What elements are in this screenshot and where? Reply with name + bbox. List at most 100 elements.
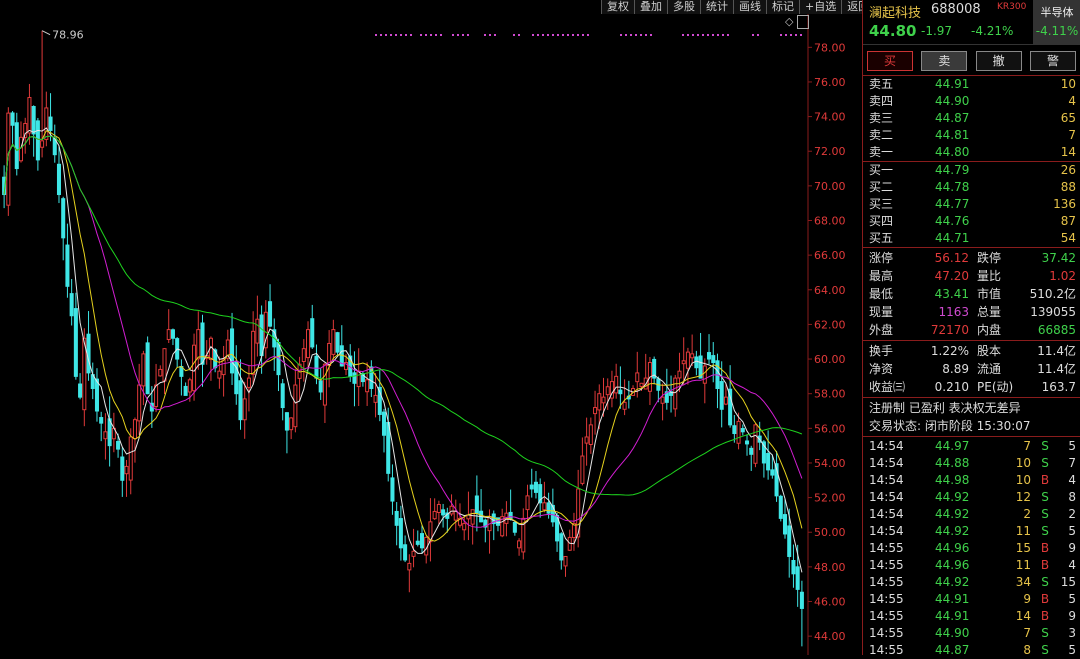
toolbar-item[interactable]: 画线 <box>733 0 766 14</box>
stat-v: 43.41 <box>934 287 969 301</box>
event-marker <box>547 34 549 36</box>
stat-v2: 139055 <box>1030 305 1076 319</box>
alert-button[interactable]: 警 <box>1029 51 1076 71</box>
event-marker <box>410 34 412 36</box>
event-marker <box>542 34 544 36</box>
bids-row[interactable]: 买一 44.79 26 <box>863 162 1080 179</box>
sell-button[interactable]: 卖 <box>921 51 968 71</box>
candle-body <box>563 555 568 567</box>
sector-name: 半导体 <box>1040 6 1074 19</box>
toolbar-item[interactable]: 复权 <box>601 0 634 14</box>
trade-d: S <box>1041 524 1049 538</box>
trade-t: 14:54 <box>869 473 904 487</box>
bids-label: 买一 <box>869 163 894 177</box>
trade-n: 5 <box>1068 643 1076 657</box>
candle-body <box>660 396 665 404</box>
asks-row[interactable]: 卖五 44.91 10 <box>863 76 1080 93</box>
trading-info: 注册制 已盈利 表决权无差异 交易状态: 闭市阶段 15:30:07 <box>863 398 1080 437</box>
candle-body <box>407 562 412 571</box>
stat-row: 最高 47.20 量比 1.02 <box>863 267 1080 285</box>
event-marker <box>577 34 579 36</box>
bids-row[interactable]: 买二 44.78 88 <box>863 179 1080 196</box>
trade-v: 34 <box>1015 575 1031 589</box>
y-tick-label: 44.00 <box>814 630 846 643</box>
stat-row: 外盘 72170 内盘 66885 <box>863 321 1080 339</box>
high-pointer <box>41 30 51 36</box>
candle-body <box>736 420 741 444</box>
trade-d: S <box>1041 575 1049 589</box>
trade-p: 44.92 <box>935 507 970 521</box>
trade-n: 15 <box>1060 575 1076 589</box>
toolbar-item[interactable]: +自选 <box>799 0 842 14</box>
asks-row[interactable]: 卖一 44.80 14 <box>863 144 1080 161</box>
trade-t: 14:55 <box>869 609 904 623</box>
event-marker <box>727 34 729 36</box>
candle-body <box>48 116 53 131</box>
candle-body <box>23 123 28 138</box>
bids-row[interactable]: 买五 44.71 54 <box>863 230 1080 247</box>
trade-n: 5 <box>1068 592 1076 606</box>
candle-body <box>673 377 678 410</box>
event-marker <box>692 34 694 36</box>
stat-row: 现量 1163 总量 139055 <box>863 303 1080 321</box>
toolbar-item[interactable]: 标记 <box>766 0 799 14</box>
candle-body <box>289 417 294 431</box>
stock-name: 澜起科技 <box>869 6 922 21</box>
trade-n: 7 <box>1068 456 1076 470</box>
toolbar-item[interactable]: 统计 <box>700 0 733 14</box>
candlestick-chart[interactable]: 78.00 76.00 74.00 72.00 70.00 68.00 66.00 64.00… <box>0 0 862 655</box>
window-toggle-icon[interactable] <box>797 15 810 29</box>
diamond-icon[interactable]: ◇ <box>785 15 793 29</box>
trade-row: 14:54 44.92 11 S 5 <box>863 523 1080 540</box>
candle-body <box>301 348 306 362</box>
asks-row[interactable]: 卖二 44.81 7 <box>863 127 1080 144</box>
y-tick-label: 66.00 <box>814 249 846 262</box>
ma60-line <box>3 135 803 496</box>
candle-body <box>365 379 370 393</box>
asks-row[interactable]: 卖四 44.90 4 <box>863 93 1080 110</box>
candle-body <box>14 122 19 170</box>
candle-body <box>141 353 146 387</box>
bids-price: 44.78 <box>935 180 970 194</box>
toolbar-item[interactable]: 多股 <box>667 0 700 14</box>
trade-t: 14:54 <box>869 490 904 504</box>
candle-body <box>284 412 289 431</box>
candle-body <box>200 322 205 365</box>
trade-row: 14:54 44.88 10 S 7 <box>863 455 1080 472</box>
trade-t: 14:55 <box>869 575 904 589</box>
candle-body <box>170 329 175 339</box>
candle-body <box>436 504 441 513</box>
candle-body <box>27 97 32 134</box>
asks-price: 44.87 <box>935 111 970 125</box>
event-marker <box>752 34 754 36</box>
asks-vol: 10 <box>1060 77 1076 91</box>
candle-body <box>795 566 800 590</box>
trade-row: 14:55 44.96 15 B 9 <box>863 540 1080 557</box>
event-marker <box>518 34 520 36</box>
bids-vol: 88 <box>1060 180 1076 194</box>
event-marker <box>420 34 422 36</box>
event-marker <box>425 34 427 36</box>
bids-price: 44.79 <box>935 163 970 177</box>
candle-body <box>799 591 804 609</box>
event-marker <box>722 34 724 36</box>
candle-body <box>158 368 163 377</box>
bids-row[interactable]: 买四 44.76 87 <box>863 213 1080 230</box>
bids-row[interactable]: 买三 44.77 136 <box>863 196 1080 213</box>
event-marker <box>430 34 432 36</box>
asks-label: 卖三 <box>869 111 894 125</box>
stat-v2: 11.4亿 <box>1037 362 1076 376</box>
toolbar-item[interactable]: 叠加 <box>634 0 667 14</box>
event-marker <box>494 34 496 36</box>
buy-button[interactable]: 买 <box>867 51 913 71</box>
candle-body <box>723 396 728 405</box>
candle-body <box>462 523 467 531</box>
y-tick-label: 64.00 <box>814 284 846 297</box>
stat-k: 换手 <box>869 344 894 358</box>
candle-body <box>622 401 627 410</box>
candle-body <box>508 511 513 519</box>
asks-price: 44.80 <box>935 145 970 159</box>
sector-box[interactable]: 半导体 -4.11% <box>1033 0 1080 44</box>
cancel-order-button[interactable]: 撤 <box>975 51 1022 71</box>
asks-row[interactable]: 卖三 44.87 65 <box>863 110 1080 127</box>
